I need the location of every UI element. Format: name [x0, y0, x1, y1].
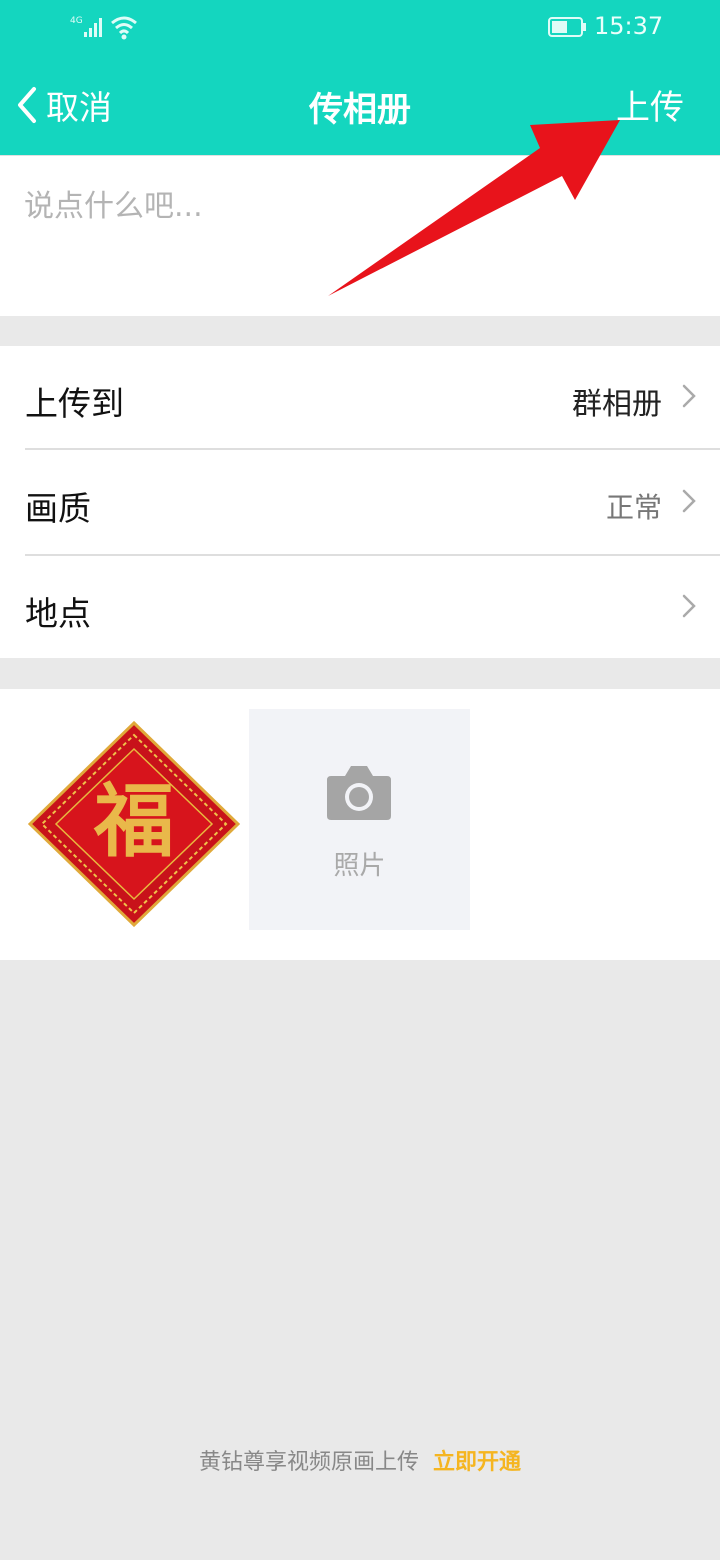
row-upload-destination[interactable]: 上传到 群相册	[0, 346, 720, 449]
camera-icon	[327, 766, 391, 820]
divider	[25, 448, 720, 450]
chevron-right-icon	[682, 384, 696, 408]
quality-label: 画质	[25, 489, 91, 528]
upload-button[interactable]: 上传	[616, 80, 684, 129]
fu-image-thumbnail[interactable]: 福	[28, 721, 240, 927]
media-section: 福 照片	[0, 689, 720, 960]
battery-icon	[548, 17, 586, 37]
quality-value: 正常	[605, 491, 662, 524]
wifi-icon	[111, 16, 137, 40]
upload-destination-value: 群相册	[572, 387, 662, 422]
settings-list: 上传到 群相册 画质 正常 地点	[0, 346, 720, 658]
page-title: 传相册	[309, 90, 411, 130]
status-bar: 4G 15:37	[0, 0, 720, 56]
signal-icon: 4G	[70, 16, 102, 37]
location-label: 地点	[25, 594, 91, 633]
upload-destination-label: 上传到	[25, 384, 124, 423]
chevron-right-icon	[682, 594, 696, 618]
vip-promo: 黄钻尊享视频原画上传 立即开通	[0, 1444, 720, 1476]
top-header: 4G 15:37 取消 传相册 上传	[0, 0, 720, 155]
network-type: 4G	[70, 16, 83, 26]
description-area	[0, 155, 720, 316]
vip-promo-text: 黄钻尊享视频原画上传	[198, 1450, 419, 1475]
row-location[interactable]: 地点	[0, 556, 720, 659]
chevron-right-icon	[682, 489, 696, 513]
add-photo-label: 照片	[333, 851, 386, 881]
status-time: 15:37	[594, 12, 664, 40]
activate-now-link[interactable]: 立即开通	[433, 1450, 521, 1475]
row-quality[interactable]: 画质 正常	[0, 451, 720, 554]
description-input[interactable]	[24, 186, 696, 226]
nav-bar: 取消 传相册 上传	[0, 56, 720, 155]
add-photo-button[interactable]: 照片	[249, 709, 470, 930]
fu-glyph: 福	[93, 774, 174, 868]
